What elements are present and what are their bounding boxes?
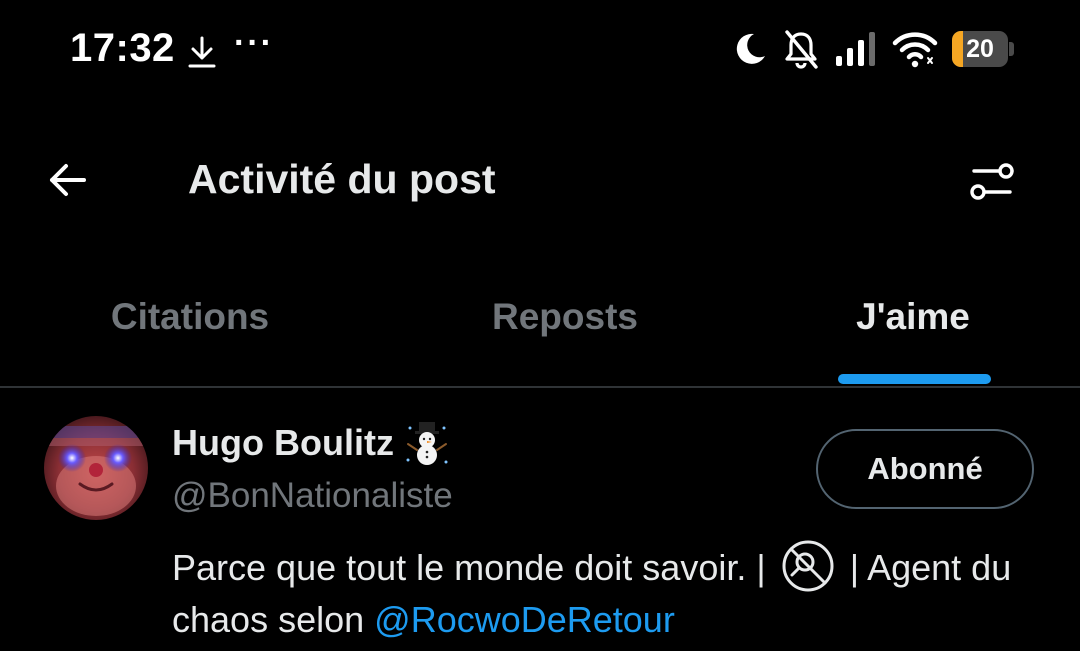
bell-off-icon — [785, 30, 818, 69]
user-handle[interactable]: @BonNationaliste — [172, 476, 453, 516]
display-name[interactable]: Hugo Boulitz — [172, 422, 394, 464]
status-bar: 17:32 ··· 20 — [0, 0, 1080, 100]
page-title: Activité du post — [188, 156, 496, 202]
tab-bar: Citations Reposts J'aime — [0, 270, 1080, 388]
active-tab-indicator — [838, 374, 991, 384]
battery-level: 20 — [966, 35, 994, 63]
bio-mention-link[interactable]: @RocwoDeRetour — [374, 599, 675, 640]
status-icons: 20 — [718, 26, 1014, 72]
avatar[interactable] — [44, 416, 148, 520]
arrow-left-icon — [50, 164, 86, 196]
header: Activité du post — [0, 120, 1080, 240]
no-magnifier-icon — [782, 540, 834, 592]
display-name-row: Hugo Boulitz — [172, 418, 450, 468]
tab-likes[interactable]: J'aime — [733, 270, 1080, 386]
status-time: 17:32 — [70, 26, 175, 70]
wifi-icon — [892, 32, 938, 68]
tab-label: Citations — [110, 296, 270, 337]
follow-button[interactable]: Abonné — [816, 429, 1034, 509]
tab-reposts[interactable]: Reposts — [385, 270, 745, 386]
tab-label: J'aime — [856, 296, 970, 337]
user-list-item[interactable]: Hugo Boulitz @BonNationaliste Abonné Par… — [0, 388, 1080, 651]
tab-citations[interactable]: Citations — [10, 270, 370, 386]
sliders-icon — [970, 163, 1014, 200]
snowman-icon — [406, 422, 448, 465]
battery-icon: 20 — [952, 31, 1014, 67]
more-notifications-indicator: ··· — [234, 24, 274, 62]
moon-icon — [736, 33, 765, 64]
download-icon — [188, 36, 216, 68]
user-bio: Parce que tout le monde doit savoir. | |… — [172, 538, 1042, 645]
avatar-image — [44, 416, 148, 520]
signal-icon — [836, 32, 875, 66]
back-button[interactable] — [40, 158, 96, 202]
tab-label: Reposts — [492, 296, 638, 337]
filter-button[interactable] — [964, 156, 1020, 206]
bio-text: Parce que tout le monde doit savoir. | — [172, 547, 766, 588]
